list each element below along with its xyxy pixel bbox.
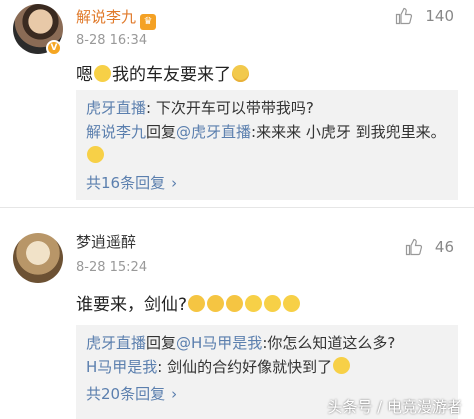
reply-item: 虎牙直播回复@H马甲是我:你怎么知道这么多?: [86, 334, 396, 352]
reply-thread: 虎牙直播: 下次开车可以带带我吗? 解说李九回复@虎牙直播:来来来 小虎牙 到我…: [76, 90, 458, 200]
comment-username[interactable]: 解说李九 ♛: [76, 6, 157, 30]
sad-emoji-icon: [207, 295, 225, 312]
thumb-up-icon: [396, 7, 413, 25]
verified-badge-icon: V: [46, 40, 62, 56]
cat-emoji-icon: [333, 357, 351, 374]
reply-item: 解说李九回复@虎牙直播:来来来 小虎牙 到我兜里来。: [86, 120, 448, 168]
watermark: 头条号 / 电竞漫游者: [327, 398, 462, 416]
like-count: 46: [434, 238, 454, 256]
like-button[interactable]: 140: [395, 7, 454, 25]
smile-emoji-icon: [245, 295, 263, 312]
avatar[interactable]: [13, 233, 63, 283]
chevron-right-icon: ›: [171, 385, 178, 403]
comment-time: 8-28 16:34: [76, 33, 148, 48]
comment-item: V 解说李九 ♛ 8-28 16:34 140 嗯我的车友要来了 虎牙直播: 下次…: [0, 0, 474, 205]
reply-item: 虎牙直播: 下次开车可以带带我吗?: [86, 99, 314, 117]
comment-item: 梦逍遥醉 8-28 15:24 46 谁要来，剑仙? 虎牙直播回复@H马甲是我:…: [0, 215, 474, 419]
like-button[interactable]: 46: [405, 238, 454, 256]
glasses-emoji-icon: [232, 65, 249, 82]
reply-item: H马甲是我: 剑仙的合约好像就快到了: [86, 355, 448, 379]
comment-text: 谁要来，剑仙?: [76, 290, 301, 315]
like-count: 140: [425, 7, 454, 25]
comment-text: 嗯我的车友要来了: [76, 60, 250, 85]
smile-emoji-icon: [87, 146, 104, 163]
more-replies-link[interactable]: 共16条回复 ›: [86, 172, 448, 193]
comment-username[interactable]: 梦逍遥醉: [76, 231, 136, 252]
divider: [0, 207, 474, 208]
chevron-right-icon: ›: [171, 174, 178, 192]
smile-emoji-icon: [264, 295, 282, 312]
thumb-up-icon: [405, 238, 423, 256]
cat-emoji-icon: [94, 65, 111, 82]
sad-emoji-icon: [226, 295, 244, 312]
comment-time: 8-28 15:24: [76, 260, 148, 275]
smile-emoji-icon: [283, 295, 301, 312]
sad-emoji-icon: [188, 295, 206, 312]
vip-level-icon: ♛: [140, 14, 157, 30]
